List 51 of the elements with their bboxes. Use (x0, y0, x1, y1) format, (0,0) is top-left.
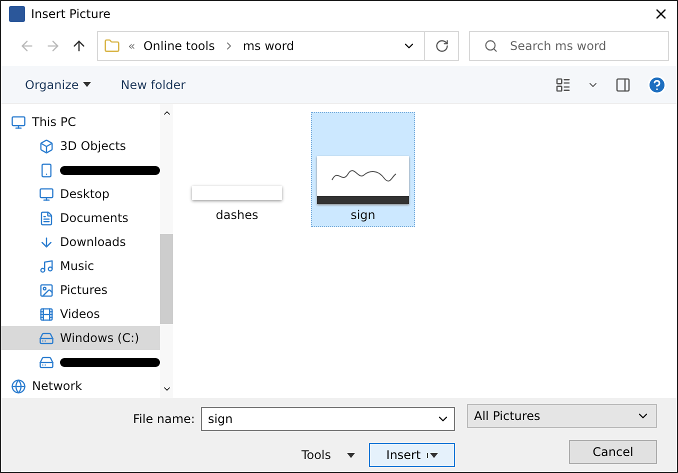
caret-icon[interactable] (430, 452, 438, 458)
folder-icon (104, 38, 120, 54)
file-tile[interactable]: sign (311, 112, 415, 227)
sidebar-item[interactable]: Network (1, 374, 160, 398)
cube-icon (39, 138, 54, 154)
doc-icon (39, 210, 54, 226)
picture-icon (39, 282, 54, 298)
new-folder-button[interactable]: New folder (120, 78, 186, 92)
sidebar-item[interactable]: 3D Objects (1, 134, 160, 158)
sidebar-item[interactable]: Music (1, 254, 160, 278)
sidebar-item[interactable]: Documents (1, 206, 160, 230)
organize-button[interactable]: Organize (25, 78, 91, 92)
caret-icon[interactable] (347, 452, 355, 458)
file-type-dropdown[interactable]: All Pictures (467, 404, 657, 428)
scrollbar[interactable] (160, 104, 173, 398)
file-name-combo[interactable]: sign (200, 407, 455, 431)
phone-icon (39, 162, 54, 178)
file-tile[interactable]: dashes (185, 112, 289, 227)
preview-pane-icon[interactable] (615, 76, 631, 92)
desktop-icon (39, 186, 54, 202)
help-icon[interactable] (647, 74, 667, 94)
refresh-icon (434, 39, 448, 53)
sidebar-item[interactable]: Desktop (1, 182, 160, 206)
sidebar-item[interactable]: Videos (1, 302, 160, 326)
sidebar-item[interactable]: This PC (1, 110, 160, 134)
window-title: Insert Picture (31, 6, 112, 20)
breadcrumb[interactable]: Online tools (143, 39, 215, 53)
word-logo-icon (9, 6, 25, 22)
drive-icon (39, 354, 54, 370)
file-name-field[interactable]: sign (206, 411, 436, 427)
drive-icon (39, 330, 54, 346)
tools-button[interactable]: Tools (301, 448, 355, 462)
breadcrumb[interactable]: ms word (242, 39, 294, 53)
search-icon (484, 39, 498, 53)
caret-icon[interactable] (82, 82, 91, 87)
download-icon (39, 234, 54, 250)
up-icon[interactable] (71, 38, 87, 54)
file-name-label: File name: (133, 412, 195, 426)
sidebar-item[interactable]: Downloads (1, 230, 160, 254)
view-icon[interactable] (555, 76, 571, 92)
video-icon (39, 306, 54, 322)
cancel-button[interactable]: Cancel (569, 440, 657, 464)
overflow-chevron[interactable]: « (128, 39, 136, 53)
sidebar-item[interactable]: Windows (C:) (1, 326, 160, 350)
sidebar-item[interactable]: Pictures (1, 278, 160, 302)
search-box[interactable]: Search ms word (469, 31, 669, 61)
network-icon (11, 378, 26, 394)
pc-icon (11, 114, 26, 130)
insert-button[interactable]: Insert (369, 443, 455, 467)
address-bar[interactable]: « Online tools ms word (97, 31, 459, 61)
music-icon (39, 258, 54, 274)
